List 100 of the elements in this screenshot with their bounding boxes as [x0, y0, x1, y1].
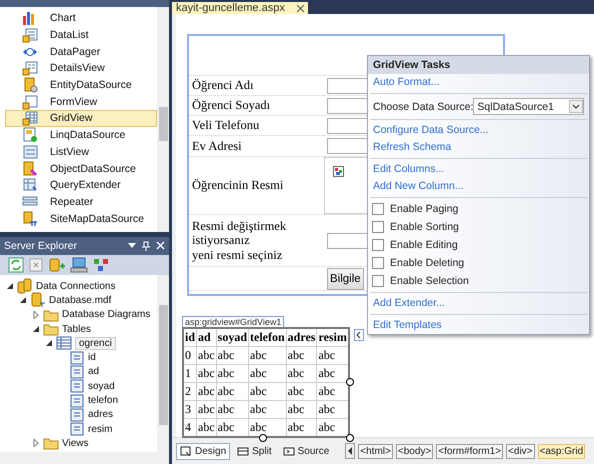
tree-item[interactable]: id: [88, 352, 96, 364]
column-header: ad: [196, 328, 216, 346]
table-cell: 2: [183, 382, 197, 400]
task-link[interactable]: Auto Format...: [368, 74, 445, 91]
view-tab[interactable]: Split: [233, 442, 276, 460]
field-label: Öğrencinin Resmi: [189, 157, 324, 215]
field-label: Öğrenci Soyadı: [189, 96, 324, 116]
split-view-icon: [237, 446, 250, 456]
scrollbar[interactable]: [157, 7, 169, 232]
tree-item[interactable]: Database Diagrams: [62, 309, 150, 320]
column-header: soyad: [216, 328, 249, 346]
view-tab[interactable]: Design: [176, 442, 230, 460]
table-cell: abc: [216, 418, 249, 437]
breadcrumb-tag[interactable]: <div>: [506, 444, 535, 458]
toolbox-item[interactable]: ListView: [5, 144, 157, 160]
breadcrumb-tag[interactable]: <body>: [396, 444, 434, 458]
checkbox[interactable]: [372, 275, 384, 287]
toolbox-item[interactable]: Chart: [5, 10, 157, 27]
checkbox-label: Enable Paging: [390, 203, 458, 215]
table-cell: 1: [183, 364, 197, 382]
tree-item[interactable]: soyad: [88, 380, 115, 392]
tree-item[interactable]: ad: [88, 366, 100, 378]
toolbox-item[interactable]: DataPager: [5, 43, 157, 60]
resize-handle[interactable]: [259, 434, 268, 442]
database-icon: [22, 160, 38, 177]
column-icon: [69, 350, 85, 366]
toolbox-item[interactable]: DetailsView: [5, 60, 157, 77]
panel-title: Server Explorer: [4, 240, 77, 252]
field-label: Resmi değiştirmek istiyorsanız yeni resmi seçiniz: [189, 215, 324, 267]
task-link[interactable]: Edit Templates: [368, 317, 447, 334]
toolbox-item[interactable]: QueryExtender: [5, 176, 157, 194]
database-icon: [48, 257, 66, 273]
breadcrumb-tag[interactable]: <html>: [358, 444, 393, 458]
column-icon: [69, 406, 85, 423]
tree-item[interactable]: adres: [88, 409, 114, 420]
checkbox[interactable]: [372, 257, 384, 269]
tree-item[interactable]: resim: [88, 424, 112, 435]
task-link[interactable]: Configure Data Source...: [368, 122, 494, 139]
data-source-dropdown[interactable]: SqlDataSource1: [473, 98, 584, 115]
tree-item[interactable]: Views: [62, 438, 88, 449]
checkbox-label: Enable Selection: [390, 275, 469, 287]
stop-icon: [28, 257, 44, 273]
checkbox-label: Enable Deleting: [390, 257, 464, 269]
checkbox-label: Enable Sorting: [390, 221, 459, 233]
task-link[interactable]: Refresh Schema: [368, 139, 456, 156]
dropdown-icon: [128, 241, 136, 249]
task-link[interactable]: Edit Columns...: [368, 161, 450, 178]
network-icon: [92, 257, 110, 273]
control-tag: asp:gridview#GridView1: [182, 316, 284, 327]
task-link[interactable]: Add Extender...: [368, 295, 450, 312]
tree-item[interactable]: ogrenci: [75, 336, 116, 350]
table-cell: abc: [196, 400, 216, 418]
chevron-down-icon: [569, 100, 583, 113]
task-link[interactable]: Add New Column...: [368, 178, 468, 195]
table-cell: abc: [216, 400, 249, 418]
table-cell: abc: [216, 382, 249, 400]
form-icon: [22, 94, 38, 110]
broken-image-icon: [333, 166, 344, 177]
tree-item[interactable]: Data Connections: [36, 280, 116, 292]
breadcrumb-tag[interactable]: <asp:Grid: [538, 444, 586, 458]
tree-item[interactable]: Database.mdf: [49, 294, 112, 306]
table-cell: abc: [196, 382, 216, 400]
table-cell: abc: [286, 364, 317, 382]
resize-handle[interactable]: [346, 378, 354, 386]
toolbox-item[interactable]: SiteMapDataSource: [5, 210, 157, 227]
checkbox[interactable]: [372, 203, 384, 215]
tree-item[interactable]: telefon: [88, 395, 118, 406]
submit-button[interactable]: Bilgile: [327, 268, 364, 290]
sitemap-icon: [22, 210, 38, 227]
breadcrumb-tag[interactable]: <form#form1>: [436, 444, 504, 458]
toolbox-item[interactable]: Repeater: [5, 194, 157, 210]
table-cell: abc: [248, 364, 286, 382]
toolbox-item[interactable]: LinqDataSource: [5, 126, 157, 144]
toolbox-item[interactable]: ObjectDataSource: [5, 160, 157, 177]
column-icon: [69, 378, 85, 394]
table-cell: abc: [216, 346, 249, 364]
column-icon: [69, 364, 85, 380]
design-view-icon: [180, 446, 192, 456]
scrollbar[interactable]: [0, 452, 169, 464]
field-label: Choose Data Source:: [373, 100, 474, 112]
scrollbar[interactable]: [157, 275, 169, 452]
toolbox-item[interactable]: DataList: [5, 26, 157, 44]
column-icon: [69, 421, 85, 438]
tree-item[interactable]: Tables: [62, 324, 91, 335]
table-cell: abc: [248, 382, 286, 400]
toolbox-item[interactable]: GridView: [5, 110, 157, 127]
column-header: telefon: [248, 328, 286, 346]
field-label: Ev Adresi: [189, 136, 324, 157]
toolbox-item[interactable]: FormView: [5, 93, 157, 110]
table-cell: abc: [216, 364, 249, 382]
grid-icon: [22, 177, 38, 194]
column-icon: [69, 392, 85, 409]
smart-tag-icon[interactable]: [354, 329, 364, 341]
checkbox[interactable]: [372, 221, 384, 233]
field-label: Öğrenci Adı: [189, 76, 324, 96]
table-cell: abc: [196, 364, 216, 382]
document-tab[interactable]: kayit-guncelleme.aspx: [172, 2, 308, 14]
toolbox-item[interactable]: EntityDataSource: [5, 76, 157, 94]
checkbox[interactable]: [372, 239, 384, 251]
view-tab[interactable]: Source: [278, 442, 334, 460]
